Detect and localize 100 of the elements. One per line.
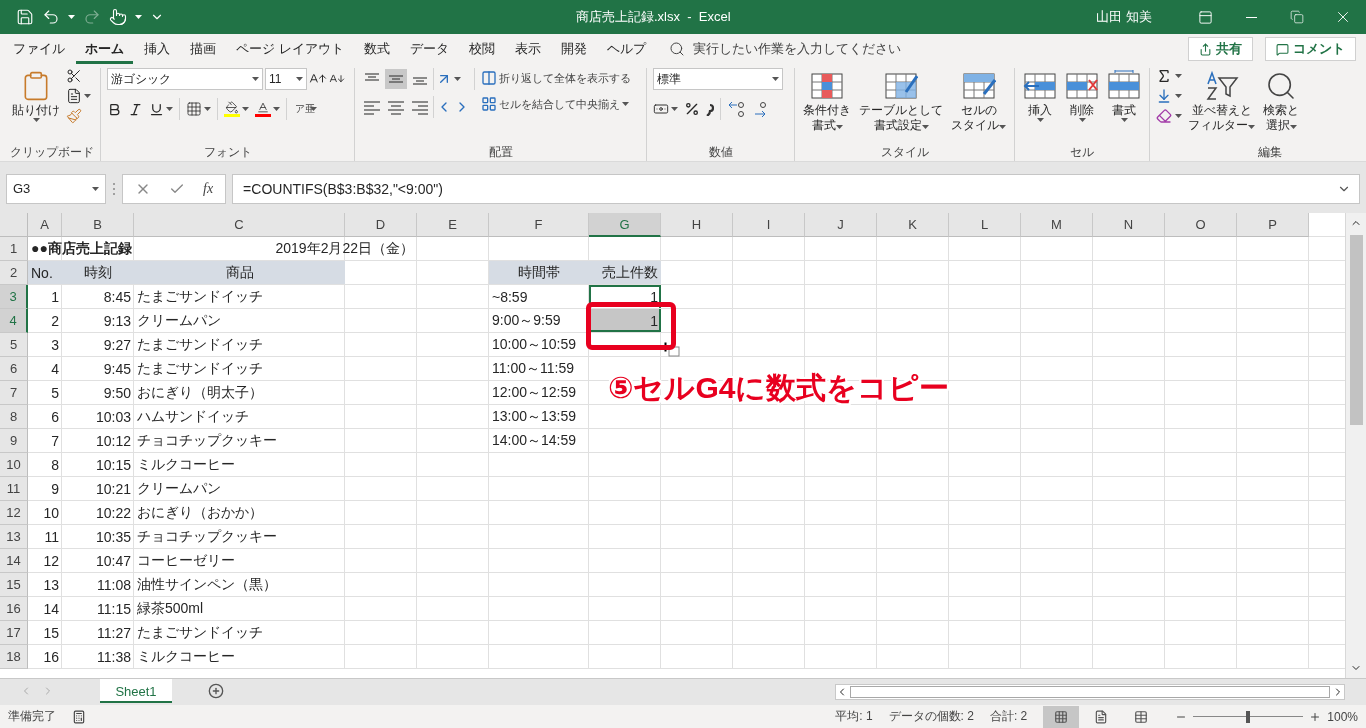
font-size-field[interactable]: 11 bbox=[265, 68, 307, 90]
row-header[interactable]: 3 bbox=[0, 285, 28, 309]
font-color-icon[interactable] bbox=[255, 101, 271, 117]
row-header[interactable]: 11 bbox=[0, 477, 28, 501]
column-header[interactable]: J bbox=[805, 213, 877, 237]
cells-button[interactable]: 挿入 bbox=[1021, 68, 1059, 124]
cells-button[interactable]: 削除 bbox=[1063, 68, 1101, 124]
column-header[interactable]: O bbox=[1165, 213, 1237, 237]
caret-icon bbox=[32, 118, 40, 122]
row-header[interactable]: 10 bbox=[0, 453, 28, 477]
wrap-text-button[interactable]: 折り返して全体を表示する bbox=[479, 68, 633, 88]
row-header[interactable]: 6 bbox=[0, 357, 28, 381]
menu-tab[interactable]: 開発 bbox=[551, 34, 596, 64]
column-header[interactable]: P bbox=[1237, 213, 1309, 237]
menu-tab[interactable]: ファイル bbox=[4, 34, 74, 64]
editing-button[interactable]: 検索と 選択 bbox=[1261, 68, 1301, 134]
column-header[interactable]: H bbox=[661, 213, 733, 237]
borders-icon[interactable] bbox=[186, 101, 202, 117]
column-header[interactable]: I bbox=[733, 213, 805, 237]
fill-color-icon[interactable] bbox=[224, 101, 240, 117]
row-header[interactable]: 9 bbox=[0, 429, 28, 453]
group-label: 配置 bbox=[488, 143, 513, 161]
comment-button[interactable]: コメント bbox=[1265, 37, 1356, 61]
formula-field[interactable]: =COUNTIFS(B$3:B$32,"<9:00") bbox=[232, 173, 1360, 204]
scrollbar-thumb[interactable] bbox=[850, 686, 1330, 698]
menu-tab[interactable]: 表示 bbox=[505, 34, 550, 64]
row-header[interactable]: 5 bbox=[0, 333, 28, 357]
style-button[interactable]: テーブルとして 書式設定 bbox=[857, 68, 945, 134]
menu-tab[interactable]: 挿入 bbox=[135, 34, 179, 64]
bold-icon[interactable] bbox=[107, 101, 122, 117]
menu-tab[interactable]: 校閲 bbox=[459, 34, 504, 64]
row-header[interactable]: 1 bbox=[0, 237, 28, 261]
sum-icon[interactable] bbox=[1156, 68, 1172, 84]
search-placeholder[interactable]: 実行したい作業を入力してください bbox=[692, 40, 901, 58]
row-header[interactable]: 8 bbox=[0, 405, 28, 429]
column-header[interactable]: F bbox=[489, 213, 589, 237]
share-button[interactable]: 共有 bbox=[1188, 37, 1253, 61]
table-cell-text: チョコチップクッキー bbox=[136, 430, 278, 450]
zoom-thumb[interactable] bbox=[1246, 710, 1251, 723]
menu-tab[interactable]: 数式 bbox=[354, 34, 399, 64]
underline-icon[interactable] bbox=[149, 101, 164, 117]
number-format-field[interactable]: 標準 bbox=[653, 68, 783, 90]
menu-tab[interactable]: ページ レイアウト bbox=[227, 34, 353, 64]
column-header[interactable]: B bbox=[62, 213, 134, 237]
column-header[interactable]: N bbox=[1093, 213, 1165, 237]
view-button[interactable] bbox=[1043, 705, 1080, 728]
row-header[interactable]: 13 bbox=[0, 525, 28, 549]
row-header[interactable]: 7 bbox=[0, 381, 28, 405]
table-cell-text: 5 bbox=[50, 383, 60, 403]
paste-button[interactable]: 貼り付け bbox=[10, 68, 62, 124]
style-button[interactable]: セルの スタイル bbox=[949, 68, 1008, 134]
eraser-icon[interactable] bbox=[1156, 108, 1172, 124]
ribbon-display-icon bbox=[1197, 9, 1213, 25]
increase-decimal-icon[interactable] bbox=[727, 100, 747, 118]
insert-cells-icon bbox=[1023, 70, 1057, 102]
column-header[interactable]: K bbox=[877, 213, 949, 237]
italic-icon[interactable] bbox=[128, 101, 143, 117]
zoom-in-icon[interactable] bbox=[1309, 710, 1322, 723]
column-header[interactable]: G bbox=[589, 213, 661, 237]
row-header[interactable]: 18 bbox=[0, 645, 28, 669]
macro-record-icon[interactable] bbox=[72, 709, 86, 724]
table-cell-text: 8:45 bbox=[102, 287, 132, 307]
style-button[interactable]: 条件付き 書式 bbox=[801, 68, 853, 134]
comma-icon[interactable] bbox=[706, 102, 714, 116]
row-header[interactable]: 2 bbox=[0, 261, 28, 285]
column-header[interactable]: M bbox=[1021, 213, 1093, 237]
menu-tab[interactable]: データ bbox=[400, 34, 458, 64]
editing-button[interactable]: 並べ替えと フィルター bbox=[1186, 68, 1257, 134]
row-header[interactable]: 4 bbox=[0, 309, 28, 333]
touch-mode-icon[interactable] bbox=[109, 8, 127, 26]
name-box[interactable]: G3 bbox=[6, 173, 106, 204]
cut-icon[interactable] bbox=[66, 68, 82, 84]
font-name-field[interactable]: 游ゴシック bbox=[107, 68, 263, 90]
sheet-tab[interactable]: Sheet1 bbox=[100, 679, 172, 703]
column-header[interactable]: D bbox=[345, 213, 417, 237]
insert-function-button[interactable]: fx bbox=[203, 180, 214, 197]
vertical-align-button[interactable] bbox=[385, 69, 407, 89]
row-header[interactable]: 17 bbox=[0, 621, 28, 645]
menu-tab[interactable]: ホーム bbox=[76, 34, 133, 64]
add-sheet-icon[interactable] bbox=[208, 683, 224, 699]
fill-down-icon[interactable] bbox=[1156, 88, 1172, 104]
table-cell-text: おにぎり（おかか） bbox=[136, 502, 264, 522]
menu-tab[interactable]: ヘルプ bbox=[597, 34, 655, 64]
copy-icon[interactable] bbox=[66, 88, 82, 104]
currency-icon[interactable] bbox=[653, 101, 669, 117]
row-header[interactable]: 12 bbox=[0, 501, 28, 525]
undo-icon[interactable] bbox=[42, 8, 60, 26]
save-icon[interactable] bbox=[16, 8, 34, 26]
column-header[interactable]: A bbox=[28, 213, 62, 237]
percent-icon[interactable] bbox=[684, 101, 700, 117]
column-header[interactable]: L bbox=[949, 213, 1021, 237]
cells-button[interactable]: 書式 bbox=[1105, 68, 1143, 124]
row-header[interactable]: 15 bbox=[0, 573, 28, 597]
column-header[interactable]: E bbox=[417, 213, 489, 237]
row-header[interactable]: 14 bbox=[0, 549, 28, 573]
column-header[interactable]: C bbox=[134, 213, 345, 237]
merge-center-button[interactable]: セルを結合して中央揃え bbox=[479, 94, 633, 114]
menu-tab[interactable]: 描画 bbox=[181, 34, 225, 64]
scrollbar-thumb[interactable] bbox=[1349, 235, 1363, 425]
row-header[interactable]: 16 bbox=[0, 597, 28, 621]
